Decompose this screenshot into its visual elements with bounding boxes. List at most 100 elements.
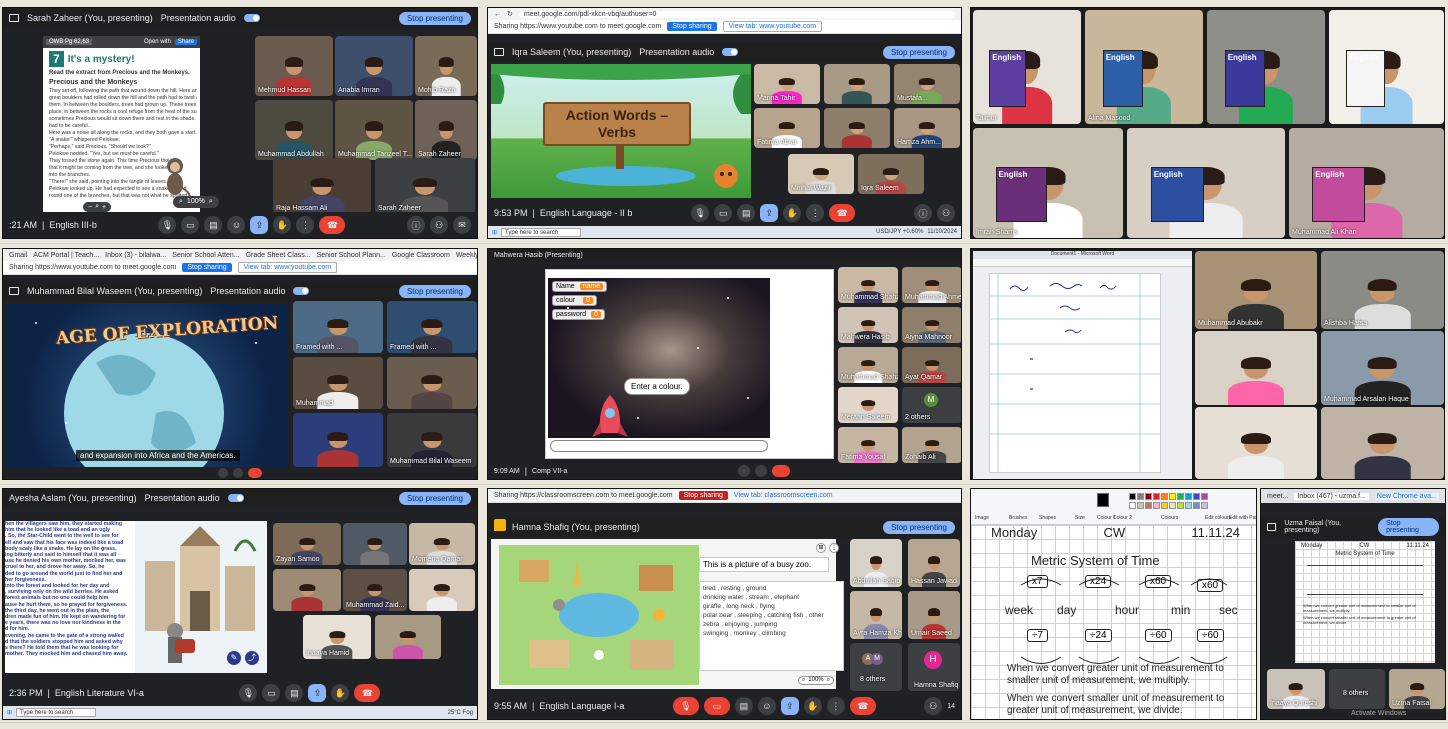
palette-swatch[interactable]	[1137, 502, 1144, 509]
palette-swatch[interactable]	[1161, 493, 1168, 500]
participant-tile[interactable]: Taimur English	[973, 10, 1081, 124]
ribbon-label[interactable]: Size	[1075, 515, 1085, 521]
participant-tile[interactable]: Inaaya Hamid	[303, 615, 371, 659]
share-button[interactable]: Share	[174, 39, 197, 45]
windows-start-icon[interactable]: ⊞	[492, 229, 497, 236]
palette-swatch[interactable]	[1177, 502, 1184, 509]
windows-start-icon[interactable]: ⊞	[7, 709, 12, 716]
mic-icon[interactable]	[218, 468, 228, 478]
palette-swatch[interactable]	[1145, 502, 1152, 509]
stop-presenting-button[interactable]: Stop presenting	[398, 284, 471, 298]
tab-inbox[interactable]: Inbox (467) - uzma.f...	[1294, 492, 1369, 500]
participant-tile[interactable]: Muhammad	[293, 357, 383, 409]
participant-tile[interactable]: Fatima Abrar	[754, 108, 820, 148]
stop-presenting-button[interactable]: Stop presenting	[398, 11, 471, 25]
participant-tile[interactable]: Muhammad Ahmed Khan	[902, 267, 961, 303]
participant-tile[interactable]: Raja Hassam Ali	[273, 158, 371, 214]
palette-swatch[interactable]	[1129, 493, 1136, 500]
people-icon[interactable]: ⚇	[924, 697, 943, 715]
participant-tile[interactable]: Muhammad Zaid...	[343, 569, 407, 611]
captions-icon[interactable]: ▤	[737, 204, 756, 222]
presentation-audio-toggle[interactable]	[227, 494, 244, 502]
end-call-icon[interactable]	[771, 465, 790, 477]
raise-hand-icon[interactable]: ✋	[803, 697, 822, 715]
end-call-icon[interactable]: ☎	[319, 216, 346, 234]
people-icon[interactable]: ⚇	[430, 216, 449, 234]
ribbon-label[interactable]: Shapes	[1039, 515, 1056, 521]
participant-tile[interactable]: Iqra Saleem	[858, 154, 924, 194]
participant-tile[interactable]: Fatima Yousaf	[838, 427, 898, 463]
tab-meet[interactable]: meet...	[1267, 493, 1288, 500]
ask-input[interactable]	[550, 440, 768, 452]
presentation-audio-toggle[interactable]	[293, 287, 310, 295]
palette-swatch[interactable]	[1153, 502, 1160, 509]
palette-swatch[interactable]	[1185, 502, 1192, 509]
presentation-audio-toggle[interactable]	[243, 14, 260, 22]
participant-tile[interactable]: Mohib Raza	[415, 36, 477, 96]
ribbon-label[interactable]: Edit colours	[1205, 515, 1231, 521]
participant-tile[interactable]: Imran Shams English	[973, 128, 1123, 238]
stop-sharing-button[interactable]: Stop sharing	[678, 491, 728, 500]
url-field[interactable]: meet.google.com/pdl-xkcn-vbq/authuser=0	[518, 10, 955, 18]
stop-presenting-button[interactable]: Stop presenting	[1378, 518, 1439, 536]
palette-swatch[interactable]	[1145, 493, 1152, 500]
present-screen-icon[interactable]: ⇪	[250, 216, 269, 234]
palette-swatch[interactable]	[1153, 493, 1160, 500]
present-screen-icon[interactable]: ⇪	[308, 684, 327, 702]
participant-tile[interactable]	[343, 523, 407, 565]
participant-tile[interactable]	[824, 64, 890, 104]
view-tab-button[interactable]: View tab: classroomscreen.com	[734, 492, 833, 499]
captions-icon[interactable]: ▤	[285, 684, 304, 702]
reload-icon[interactable]: ↻	[507, 10, 513, 18]
people-icon[interactable]: ⚇	[937, 204, 956, 222]
palette-swatch[interactable]	[1201, 493, 1208, 500]
ribbon-label[interactable]: Brushes	[1009, 515, 1027, 521]
participant-tile[interactable]: Manna Tahir	[754, 64, 820, 104]
camera-icon[interactable]: ▭	[714, 204, 733, 222]
zoom-in-button[interactable]: ⌕	[209, 198, 213, 206]
ribbon-label[interactable]: Colour 2	[1113, 515, 1132, 521]
participant-tile[interactable]: Sarah Zaheer	[375, 158, 475, 214]
magic-icon[interactable]: ✎	[227, 651, 241, 665]
taskbar-search[interactable]: Type here to search	[501, 227, 582, 237]
participant-tile[interactable]: Alishba Hafsa	[1321, 251, 1444, 329]
participant-tile[interactable]: Muhammad Tanzeel T...	[335, 100, 413, 160]
participant-tile[interactable]: Anabia Imran	[335, 36, 413, 96]
others-tile[interactable]: M 2 others	[902, 387, 961, 423]
present-screen-icon[interactable]: ⇪	[780, 697, 799, 715]
others-tile[interactable]: 8 others	[1329, 669, 1385, 709]
end-call-icon[interactable]: ☎	[829, 204, 856, 222]
participant-tile[interactable]: Meraan Saleem	[838, 387, 898, 423]
back-icon[interactable]: ←	[494, 11, 501, 18]
bookmark-item[interactable]: Senior School Atten...	[172, 252, 239, 259]
participant-tile[interactable]	[1195, 407, 1317, 479]
participant-tile[interactable]	[293, 413, 383, 467]
bookmark-item[interactable]: Gmail	[9, 252, 27, 259]
stop-presenting-button[interactable]: Stop presenting	[398, 491, 471, 505]
participant-tile[interactable]: Muhammad Arsalan Haque	[1321, 331, 1444, 405]
participant-tile[interactable]: Muhammad Abubakr	[1195, 251, 1317, 329]
palette-swatch[interactable]	[1193, 493, 1200, 500]
participant-tile[interactable]: Uzma Faisal	[1389, 669, 1445, 709]
palette-swatch[interactable]	[1177, 493, 1184, 500]
more-options-icon[interactable]: ⋮	[806, 204, 825, 222]
bookmark-item[interactable]: Google Classroom	[392, 252, 450, 259]
mic-icon[interactable]: 🎙	[239, 684, 258, 702]
participant-tile[interactable]	[409, 569, 475, 611]
end-call-icon[interactable]: ☎	[354, 684, 381, 702]
palette-swatch[interactable]	[1161, 502, 1168, 509]
mic-off-icon[interactable]: 🎙	[672, 697, 699, 715]
zoom-icon[interactable]: ⌕	[179, 198, 183, 206]
participant-tile[interactable]: Muhammad Ali Khan English	[1289, 128, 1444, 238]
participant-tile[interactable]: Umair Saeed	[908, 591, 960, 639]
more-options-icon[interactable]: ⋮	[296, 216, 315, 234]
stop-sharing-button[interactable]: Stop sharing	[667, 22, 717, 31]
captions-icon[interactable]: ▤	[204, 216, 223, 234]
participant-tile[interactable]	[1321, 407, 1444, 479]
mic-icon[interactable]	[737, 465, 750, 477]
open-with-button[interactable]: Open with	[144, 39, 171, 45]
participant-tile[interactable]: Muhammad Shahzy Aamir	[838, 267, 898, 303]
view-tab-button[interactable]: View tab: www.youtube.com	[237, 262, 338, 273]
palette-swatch[interactable]	[1201, 502, 1208, 509]
host-tile[interactable]: H Hamna Shafiq	[908, 643, 960, 691]
